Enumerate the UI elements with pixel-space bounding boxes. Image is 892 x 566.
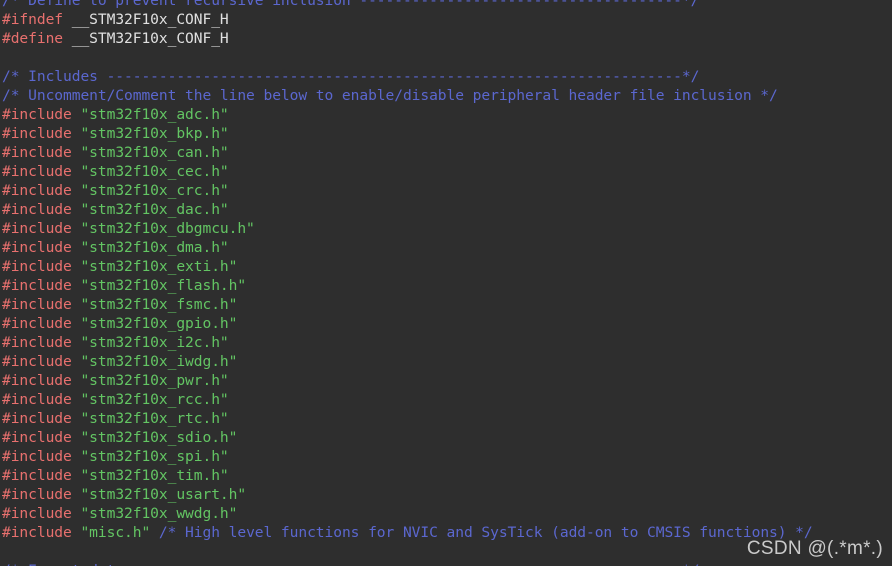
code-token: "stm32f10x_fsmc.h" <box>80 296 238 313</box>
code-token: #include <box>2 467 81 484</box>
code-token: #include <box>2 315 81 332</box>
line-blank-2[interactable] <box>0 542 892 561</box>
code-token: #include <box>2 201 81 218</box>
code-token: "stm32f10x_dac.h" <box>80 201 229 218</box>
line-include-exti[interactable]: #include "stm32f10x_exti.h" <box>0 257 892 276</box>
code-token: #include <box>2 125 81 142</box>
line-exported-types-comment[interactable]: /* Exported types ----------------------… <box>0 561 892 566</box>
code-token: /* Uncomment/Comment the line below to e… <box>2 87 778 104</box>
code-token: "stm32f10x_wwdg.h" <box>80 505 238 522</box>
code-token: #include <box>2 334 81 351</box>
code-token: /* Define to prevent recursive inclusion… <box>2 0 700 9</box>
line-include-wwdg[interactable]: #include "stm32f10x_wwdg.h" <box>0 504 892 523</box>
line-include-crc[interactable]: #include "stm32f10x_crc.h" <box>0 181 892 200</box>
code-token: __STM32F10x_CONF_H <box>63 11 229 28</box>
line-include-adc[interactable]: #include "stm32f10x_adc.h" <box>0 105 892 124</box>
line-include-sdio[interactable]: #include "stm32f10x_sdio.h" <box>0 428 892 447</box>
code-token: "stm32f10x_rcc.h" <box>80 391 229 408</box>
code-token: #ifndef <box>2 11 64 28</box>
line-include-pwr[interactable]: #include "stm32f10x_pwr.h" <box>0 371 892 390</box>
code-token: #include <box>2 429 81 446</box>
line-include-gpio[interactable]: #include "stm32f10x_gpio.h" <box>0 314 892 333</box>
code-token: "misc.h" <box>80 524 151 541</box>
code-token: "stm32f10x_bkp.h" <box>80 125 229 142</box>
line-ifndef[interactable]: #ifndef __STM32F10x_CONF_H <box>0 10 892 29</box>
code-token: "stm32f10x_adc.h" <box>80 106 229 123</box>
code-token: #include <box>2 144 81 161</box>
line-include-iwdg[interactable]: #include "stm32f10x_iwdg.h" <box>0 352 892 371</box>
code-token: #include <box>2 353 81 370</box>
code-token: "stm32f10x_dbgmcu.h" <box>80 220 255 237</box>
code-token: "stm32f10x_pwr.h" <box>80 372 229 389</box>
line-blank-1[interactable] <box>0 48 892 67</box>
code-token: "stm32f10x_tim.h" <box>80 467 229 484</box>
code-token: #include <box>2 106 81 123</box>
code-token: "stm32f10x_cec.h" <box>80 163 229 180</box>
code-token: #include <box>2 524 81 541</box>
line-include-flash[interactable]: #include "stm32f10x_flash.h" <box>0 276 892 295</box>
line-include-rtc[interactable]: #include "stm32f10x_rtc.h" <box>0 409 892 428</box>
code-token: "stm32f10x_flash.h" <box>80 277 247 294</box>
code-token: "stm32f10x_can.h" <box>80 144 229 161</box>
code-token: #include <box>2 486 81 503</box>
line-define-guard-comment[interactable]: /* Define to prevent recursive inclusion… <box>0 0 892 10</box>
code-token: #include <box>2 296 81 313</box>
line-include-bkp[interactable]: #include "stm32f10x_bkp.h" <box>0 124 892 143</box>
code-token: /* High level functions for NVIC and Sys… <box>150 524 813 541</box>
code-token: #include <box>2 410 81 427</box>
line-include-usart[interactable]: #include "stm32f10x_usart.h" <box>0 485 892 504</box>
code-editor-viewport[interactable]: /* Define to prevent recursive inclusion… <box>0 0 892 566</box>
line-define[interactable]: #define __STM32F10x_CONF_H <box>0 29 892 48</box>
code-token: "stm32f10x_iwdg.h" <box>80 353 238 370</box>
line-include-dac[interactable]: #include "stm32f10x_dac.h" <box>0 200 892 219</box>
code-token: #include <box>2 220 81 237</box>
line-include-fsmc[interactable]: #include "stm32f10x_fsmc.h" <box>0 295 892 314</box>
code-token: #define <box>2 30 64 47</box>
line-include-tim[interactable]: #include "stm32f10x_tim.h" <box>0 466 892 485</box>
line-include-rcc[interactable]: #include "stm32f10x_rcc.h" <box>0 390 892 409</box>
code-token: "stm32f10x_gpio.h" <box>80 315 238 332</box>
code-token: "stm32f10x_sdio.h" <box>80 429 238 446</box>
code-token: "stm32f10x_usart.h" <box>80 486 247 503</box>
code-token: __STM32F10x_CONF_H <box>63 30 229 47</box>
code-token: #include <box>2 163 81 180</box>
code-token: /* Includes ----------------------------… <box>2 68 700 85</box>
code-token: /* Exported types ----------------------… <box>2 562 699 566</box>
code-token: "stm32f10x_rtc.h" <box>80 410 229 427</box>
code-token: #include <box>2 372 81 389</box>
line-uncomment-comment[interactable]: /* Uncomment/Comment the line below to e… <box>0 86 892 105</box>
code-token: "stm32f10x_spi.h" <box>80 448 229 465</box>
line-include-can[interactable]: #include "stm32f10x_can.h" <box>0 143 892 162</box>
code-token: "stm32f10x_crc.h" <box>80 182 229 199</box>
code-token: #include <box>2 391 81 408</box>
code-token: #include <box>2 505 81 522</box>
code-token: #include <box>2 182 81 199</box>
line-include-i2c[interactable]: #include "stm32f10x_i2c.h" <box>0 333 892 352</box>
line-include-cec[interactable]: #include "stm32f10x_cec.h" <box>0 162 892 181</box>
code-token: #include <box>2 239 81 256</box>
code-token: "stm32f10x_i2c.h" <box>80 334 229 351</box>
code-token: #include <box>2 277 81 294</box>
line-include-misc[interactable]: #include "misc.h" /* High level function… <box>0 523 892 542</box>
line-include-dma[interactable]: #include "stm32f10x_dma.h" <box>0 238 892 257</box>
code-content[interactable]: /* Define to prevent recursive inclusion… <box>0 0 892 566</box>
line-includes-comment[interactable]: /* Includes ----------------------------… <box>0 67 892 86</box>
line-include-spi[interactable]: #include "stm32f10x_spi.h" <box>0 447 892 466</box>
line-include-dbgmcu[interactable]: #include "stm32f10x_dbgmcu.h" <box>0 219 892 238</box>
code-token: #include <box>2 258 81 275</box>
code-token: "stm32f10x_exti.h" <box>80 258 238 275</box>
code-token: #include <box>2 448 81 465</box>
code-token: "stm32f10x_dma.h" <box>80 239 229 256</box>
